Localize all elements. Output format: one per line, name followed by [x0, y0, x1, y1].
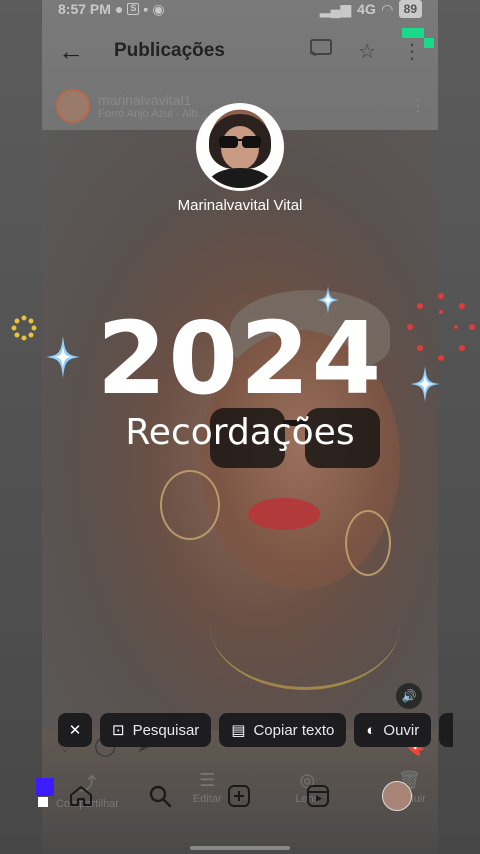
firework-red-icon	[407, 293, 475, 361]
top-bar: ← Publicações ☆ ⋮	[42, 26, 438, 76]
recap-name: Marinalvavital Vital	[177, 197, 303, 214]
photo-necklace	[210, 560, 400, 690]
home-indicator[interactable]	[190, 846, 290, 850]
photo-earring-left	[160, 470, 220, 540]
listen-button[interactable]: ◐ Ouvir	[354, 713, 432, 747]
firework-gold-icon	[11, 315, 37, 341]
copy-text-icon: ▤	[231, 722, 246, 739]
recap-avatar-glasses	[219, 136, 261, 148]
sparkle-icon	[46, 336, 80, 378]
listen-icon: ◐	[366, 721, 376, 739]
photo-lips	[248, 498, 320, 530]
add-icon[interactable]	[224, 781, 254, 811]
sync-icon: ◉	[152, 0, 165, 17]
lens-search-button[interactable]: ⊡ Pesquisar	[100, 713, 212, 747]
screen: 8:57 PM ● S ▪ ◉ ▂▄▆ 4G ◠ 89 ← Publicaçõe…	[0, 0, 480, 854]
bottom-nav	[58, 778, 420, 814]
search-icon[interactable]	[145, 781, 175, 811]
recap-avatar	[196, 103, 284, 191]
close-icon: ✕	[68, 722, 82, 739]
more-lens-button[interactable]	[439, 713, 454, 747]
volume-icon[interactable]: 🔊	[396, 683, 422, 709]
mail-icon: ▪	[143, 1, 149, 17]
signal-icon: ▂▄▆	[319, 0, 352, 17]
recap-avatar-photo	[199, 106, 281, 188]
status-time: 8:57 PM	[58, 1, 111, 17]
recording-indicator-icon	[402, 28, 434, 48]
copy-text-button[interactable]: ▤ Copiar texto	[219, 713, 347, 747]
lens-search-icon: ⊡	[112, 722, 125, 739]
page-title: Publicações	[114, 40, 225, 61]
back-arrow-icon[interactable]: ←	[58, 36, 98, 67]
touch-indicator-icon	[36, 778, 54, 807]
home-icon[interactable]	[66, 781, 96, 811]
app-notification-icon: S	[127, 3, 140, 15]
listen-label: Ouvir	[383, 721, 420, 739]
notification-icon: ●	[114, 1, 124, 17]
post-avatar[interactable]	[56, 89, 90, 123]
recap-subtitle: Recordações	[125, 412, 355, 453]
cast-icon[interactable]	[310, 39, 333, 63]
battery-level: 89	[398, 0, 422, 18]
star-icon[interactable]: ☆	[358, 39, 376, 64]
post-more-icon[interactable]: ⋮	[410, 96, 426, 116]
wifi-icon: ◠	[381, 0, 393, 17]
reels-icon[interactable]	[303, 781, 333, 811]
sparkle-icon	[410, 366, 440, 402]
recap-avatar-face	[221, 126, 259, 170]
recap-avatar-body	[209, 168, 271, 188]
status-left: 8:57 PM ● S ▪ ◉	[58, 1, 165, 18]
status-right: ▂▄▆ 4G ◠ 89	[320, 0, 422, 18]
lens-close-button[interactable]: ✕	[58, 713, 92, 747]
lens-search-label: Pesquisar	[132, 721, 200, 739]
profile-avatar[interactable]	[382, 781, 412, 811]
lens-toolbar: ✕ ⊡ Pesquisar ▤ Copiar texto ◐ Ouvir	[58, 713, 454, 747]
photo-earring-right	[345, 510, 391, 576]
copy-text-label: Copiar texto	[253, 721, 335, 739]
status-bar: 8:57 PM ● S ▪ ◉ ▂▄▆ 4G ◠ 89	[42, 0, 438, 18]
sparkle-icon	[316, 286, 340, 314]
network-type: 4G	[357, 1, 376, 17]
